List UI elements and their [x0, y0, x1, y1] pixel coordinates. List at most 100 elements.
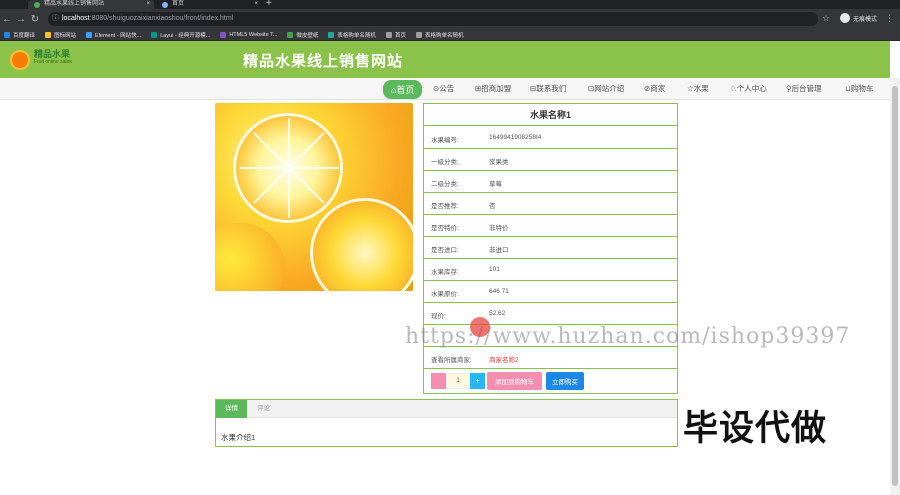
- site-logo[interactable]: 精品水果 Fruit online sales: [8, 44, 78, 74]
- bookmark-item[interactable]: Layui - 经典开源模...: [151, 31, 210, 39]
- nav-item[interactable]: ⊔购物车: [845, 83, 873, 94]
- bookmark-label: 表格购单名随机: [424, 32, 464, 39]
- info-row: 现价: 52.62: [424, 303, 677, 325]
- details-content: 水果介绍1: [221, 433, 256, 442]
- info-row: 二级分类: 草莓: [424, 171, 677, 193]
- nav-item[interactable]: ⊘商家: [644, 83, 665, 94]
- quantity-decrease-button[interactable]: [431, 373, 446, 389]
- info-value: 646.71: [489, 288, 509, 295]
- lemon-segment-line: [288, 168, 290, 218]
- info-row: 水果编号: 1649941908258I4: [424, 127, 677, 149]
- main-nav: ⌂首页 ⊙公告 ⊞招商加盟 ⊟联系我们 ⊡网站介绍 ⊘商家 ☆水果 ♘个人中心 ⚲后台管理 ⊔购物…: [0, 78, 890, 100]
- bookmark-label: 首页: [394, 32, 406, 39]
- info-value: 非特价: [489, 225, 509, 232]
- nav-item[interactable]: ♘个人中心: [730, 83, 767, 94]
- nav-item[interactable]: ⊞招商加盟: [475, 83, 511, 94]
- url-input[interactable]: ⓘ localhost:8080/shuiguozaixianxiaoshou/…: [48, 12, 818, 26]
- lemon-segment-line: [239, 167, 289, 169]
- browser-tab-strip: 精品水果线上销售网站 × 首页 × +: [0, 0, 900, 9]
- reload-icon[interactable]: ↻: [28, 14, 42, 25]
- bookmark-item[interactable]: 微皮壁纸: [287, 31, 318, 39]
- product-image: [215, 103, 413, 291]
- new-tab-button[interactable]: +: [266, 0, 272, 9]
- lemon-segment-line: [252, 131, 290, 169]
- bookmark-item[interactable]: 表格购单名随机: [415, 31, 464, 39]
- add-to-cart-button[interactable]: 添加到购物车: [487, 372, 542, 390]
- url-path: :8080/shuiguozaixianxiaoshou/front/index…: [89, 15, 234, 22]
- bookmark-favicon-icon: [328, 31, 335, 38]
- nav-item[interactable]: ⚲后台管理: [786, 83, 822, 94]
- browser-menu-icon[interactable]: ⋮: [885, 13, 894, 24]
- bookmark-favicon-icon: [415, 31, 422, 38]
- nav-item[interactable]: ☆水果: [687, 83, 709, 94]
- bookmark-star-icon[interactable]: ☆: [822, 13, 830, 24]
- bookmark-label: Layui - 经典开源模...: [160, 32, 211, 39]
- lemon-segment-line: [288, 118, 290, 168]
- info-label: 现价:: [431, 313, 446, 320]
- lemon-slice: [233, 113, 343, 223]
- browser-tab-active[interactable]: 精品水果线上销售网站 ×: [28, 0, 154, 9]
- bookmark-item[interactable]: 首页: [385, 31, 406, 39]
- lemon-half: [310, 198, 413, 291]
- lemon-segment-line: [252, 167, 290, 205]
- info-row: 是否特价: 非特价: [424, 215, 677, 237]
- bookmark-favicon-icon: [287, 31, 294, 38]
- info-label: 一级分类:: [431, 159, 459, 166]
- tab-details[interactable]: 详情: [216, 400, 247, 418]
- info-value: 草莓: [489, 181, 502, 188]
- bookmark-item[interactable]: 图标网站: [45, 31, 76, 39]
- info-row: 查看所属商家: 商家名称2: [424, 347, 677, 369]
- quantity-input[interactable]: 1: [446, 373, 470, 389]
- info-label: 水果编号:: [431, 137, 459, 144]
- bookmark-item[interactable]: 百度翻译: [4, 31, 35, 39]
- incognito-icon: [840, 13, 850, 23]
- globe-icon: [162, 2, 168, 8]
- product-name: 水果名称1: [424, 104, 677, 126]
- nav-item[interactable]: ⊟联系我们: [530, 83, 566, 94]
- info-value: 52.62: [489, 310, 506, 317]
- nav-item[interactable]: ⊡网站介绍: [588, 83, 624, 94]
- scrollbar-thumb[interactable]: [892, 86, 898, 486]
- bookmark-item[interactable]: Element - 网站快...: [86, 31, 141, 39]
- fruit-logo-icon: [10, 50, 30, 70]
- nav-item[interactable]: ⌂首页: [383, 80, 423, 99]
- bookmark-favicon-icon: [385, 31, 392, 38]
- close-tab-icon[interactable]: ×: [254, 0, 258, 9]
- info-icon[interactable]: ⓘ: [52, 12, 59, 26]
- browser-tab[interactable]: 首页 ×: [156, 0, 262, 9]
- page-scrollbar[interactable]: [890, 78, 900, 495]
- bookmark-favicon-icon: [86, 31, 93, 38]
- bookmark-label: 表格购单名随机: [337, 32, 376, 39]
- bookmark-label: 微皮壁纸: [296, 32, 319, 39]
- info-value: 101: [489, 266, 500, 273]
- bookmark-label: 百度翻译: [13, 32, 36, 39]
- info-row: 是否进口: 非进口: [424, 237, 677, 259]
- buy-now-button[interactable]: 立即购买: [546, 372, 584, 390]
- close-tab-icon[interactable]: ×: [146, 0, 150, 9]
- bookmark-favicon-icon: [4, 31, 10, 38]
- nav-item[interactable]: ⊙公告: [433, 83, 454, 94]
- info-row: 一级分类: 浆果类: [424, 149, 677, 171]
- site-header: 精品水果 Fruit online sales 精品水果线上销售网站: [0, 41, 890, 78]
- info-value: 1649941908258I4: [489, 134, 542, 141]
- bookmark-item[interactable]: 表格购单名随机: [328, 31, 376, 39]
- cursor-highlight: [470, 317, 490, 337]
- info-label: 是否推荐:: [431, 203, 459, 210]
- bookmarks-bar: 百度翻译 图标网站 Element - 网站快... Layui - 经典开源模...…: [0, 29, 900, 41]
- quantity-increase-button[interactable]: +: [470, 373, 485, 389]
- profile-button[interactable]: 无痕模式: [840, 13, 877, 23]
- info-row: 是否推荐: 否: [424, 193, 677, 215]
- info-label: 水果原价:: [431, 291, 459, 298]
- logo-subtitle: Fruit online sales: [34, 59, 72, 65]
- tab-comments[interactable]: 评论: [248, 400, 279, 418]
- back-icon[interactable]: ←: [0, 14, 14, 25]
- details-tab-bar: 详情 评论: [216, 400, 677, 418]
- info-value: 浆果类: [489, 159, 509, 166]
- lemon-segment-line: [289, 167, 339, 169]
- overlay-stamp-text: 毕设代做: [683, 409, 828, 448]
- forward-icon[interactable]: →: [14, 14, 28, 25]
- merchant-link[interactable]: 商家名称2: [489, 354, 519, 364]
- lemon-whole: [215, 223, 285, 291]
- bookmark-item[interactable]: HTML5 Website T...: [220, 31, 277, 38]
- info-label: 二级分类:: [431, 181, 459, 188]
